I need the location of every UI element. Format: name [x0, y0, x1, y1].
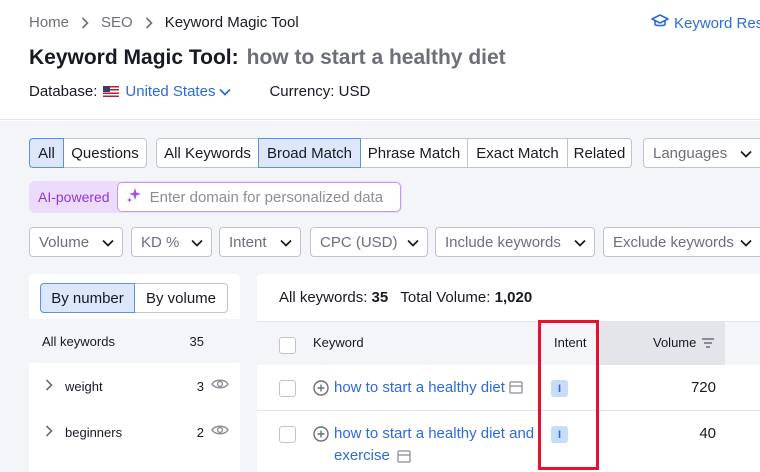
group-name: All keywords: [42, 333, 115, 349]
tab-questions[interactable]: Questions: [63, 138, 147, 168]
kd-filter[interactable]: KD %: [131, 227, 212, 257]
cpc-filter-label: CPC (USD): [320, 233, 398, 251]
chevron-right-icon[interactable]: [45, 425, 53, 440]
database-selector[interactable]: United States: [125, 83, 232, 100]
ai-powered-label: AI-powered: [38, 189, 110, 205]
tab-exact-match[interactable]: Exact Match: [467, 138, 568, 168]
sort-icon[interactable]: [701, 336, 715, 354]
kd-filter-label: KD %: [141, 233, 180, 251]
exclude-keywords-filter[interactable]: Exclude keywords: [603, 227, 760, 257]
breadcrumb-home[interactable]: Home: [29, 14, 69, 31]
keyword-link[interactable]: how to start a healthy diet: [334, 377, 505, 399]
type-tabs: All Questions: [29, 138, 147, 168]
chevron-right-icon: [139, 16, 159, 29]
tab-by-number[interactable]: By number: [40, 283, 135, 313]
languages-label: Languages: [653, 144, 728, 162]
group-row-all-keywords[interactable]: All keywords 35: [29, 319, 240, 363]
select-all-checkbox[interactable]: [279, 337, 296, 354]
breadcrumb-current: Keyword Magic Tool: [164, 14, 299, 31]
volume-filter[interactable]: Volume: [29, 227, 123, 257]
keyword-groups-panel: By number By volume All keywords 35 weig…: [29, 274, 240, 472]
volume-value: 720: [690, 379, 716, 396]
database-label: Database:: [29, 83, 98, 100]
eye-icon[interactable]: [211, 378, 229, 393]
keyword-link-line1: how to start a healthy diet and: [334, 425, 535, 442]
keyword-research-link[interactable]: Keyword Rese: [651, 14, 760, 33]
include-keywords-label: Include keywords: [445, 233, 561, 251]
tab-by-volume[interactable]: By volume: [134, 283, 228, 313]
us-flag-icon: [103, 86, 120, 97]
all-keywords-count: 35: [371, 289, 389, 306]
chevron-down-icon: [191, 234, 203, 251]
group-name: beginners: [65, 424, 123, 440]
chevron-right-icon: [75, 16, 95, 29]
intent-filter-label: Intent: [229, 233, 267, 251]
row-checkbox[interactable]: [279, 380, 296, 397]
total-volume-label: Total Volume:: [400, 289, 491, 306]
currency-label: Currency: USD: [269, 83, 371, 100]
chevron-down-icon: [740, 145, 752, 162]
summary-bar: All keywords: 35 Total Volume: 1,020: [279, 289, 532, 306]
cpc-filter[interactable]: CPC (USD): [310, 227, 428, 257]
database-row: Database: United States Currency: USD: [29, 83, 370, 100]
group-row-weight[interactable]: weight 3: [29, 364, 240, 408]
add-keyword-icon[interactable]: [313, 426, 329, 447]
chevron-right-icon[interactable]: [45, 379, 53, 394]
match-tabs: All Keywords Broad Match Phrase Match Ex…: [156, 138, 632, 168]
tab-phrase-match[interactable]: Phrase Match: [360, 138, 468, 168]
group-count: 2: [196, 424, 204, 440]
group-count: 3: [196, 378, 204, 394]
domain-input[interactable]: Enter domain for personalized data: [116, 182, 401, 212]
ai-powered-box: AI-powered Enter domain for personalized…: [29, 181, 402, 213]
all-keywords-label: All keywords:: [279, 289, 368, 306]
keyword-column-header[interactable]: Keyword: [313, 335, 364, 350]
breadcrumb: Home SEO Keyword Magic Tool: [29, 14, 299, 31]
tab-all-keywords[interactable]: All Keywords: [156, 138, 259, 168]
chevron-down-icon: [219, 83, 232, 100]
table-header: Keyword Intent Volume: [257, 321, 760, 365]
sparkle-icon: [126, 187, 142, 207]
chevron-down-icon: [407, 234, 419, 251]
chevron-down-icon: [740, 234, 752, 251]
serp-icon[interactable]: [509, 381, 523, 399]
volume-filter-label: Volume: [39, 233, 90, 251]
row-checkbox[interactable]: [279, 426, 296, 443]
include-keywords-filter[interactable]: Include keywords: [435, 227, 595, 257]
total-volume-value: 1,020: [494, 289, 533, 306]
add-keyword-icon[interactable]: [313, 380, 329, 401]
group-sort-tabs: By number By volume: [40, 283, 228, 313]
search-query: how to start a healthy diet: [246, 46, 506, 69]
serp-icon[interactable]: [397, 449, 411, 463]
group-count: 35: [189, 333, 204, 349]
keywords-table-panel: All keywords: 35 Total Volume: 1,020 Key…: [257, 274, 760, 472]
domain-input-placeholder: Enter domain for personalized data: [149, 188, 384, 206]
keyword-link-line2: exercise: [334, 447, 390, 464]
tab-related[interactable]: Related: [567, 138, 632, 168]
tab-all[interactable]: All: [29, 138, 64, 168]
intent-highlight-box: [538, 320, 599, 470]
eye-icon[interactable]: [211, 424, 229, 439]
intent-filter[interactable]: Intent: [219, 227, 301, 257]
breadcrumb-seo[interactable]: SEO: [101, 14, 133, 31]
exclude-keywords-label: Exclude keywords: [613, 233, 734, 251]
volume-column-header[interactable]: Volume: [653, 335, 696, 350]
row-divider: [257, 410, 760, 411]
keyword-link[interactable]: how to start a healthy diet and exercise: [334, 423, 539, 467]
chevron-down-icon: [574, 234, 586, 251]
keyword-research-label: Keyword Rese: [674, 15, 760, 32]
group-name: weight: [65, 378, 103, 394]
page-title: Keyword Magic Tool: how to start a health…: [29, 46, 506, 70]
graduation-cap-icon: [651, 14, 669, 33]
volume-value: 40: [699, 425, 716, 442]
tab-broad-match[interactable]: Broad Match: [258, 138, 361, 168]
chevron-down-icon: [102, 234, 114, 251]
database-value: United States: [125, 83, 216, 100]
tool-name: Keyword Magic Tool:: [29, 46, 239, 69]
chevron-down-icon: [280, 234, 292, 251]
group-row-beginners[interactable]: beginners 2: [29, 410, 240, 454]
languages-dropdown[interactable]: Languages: [643, 138, 760, 168]
